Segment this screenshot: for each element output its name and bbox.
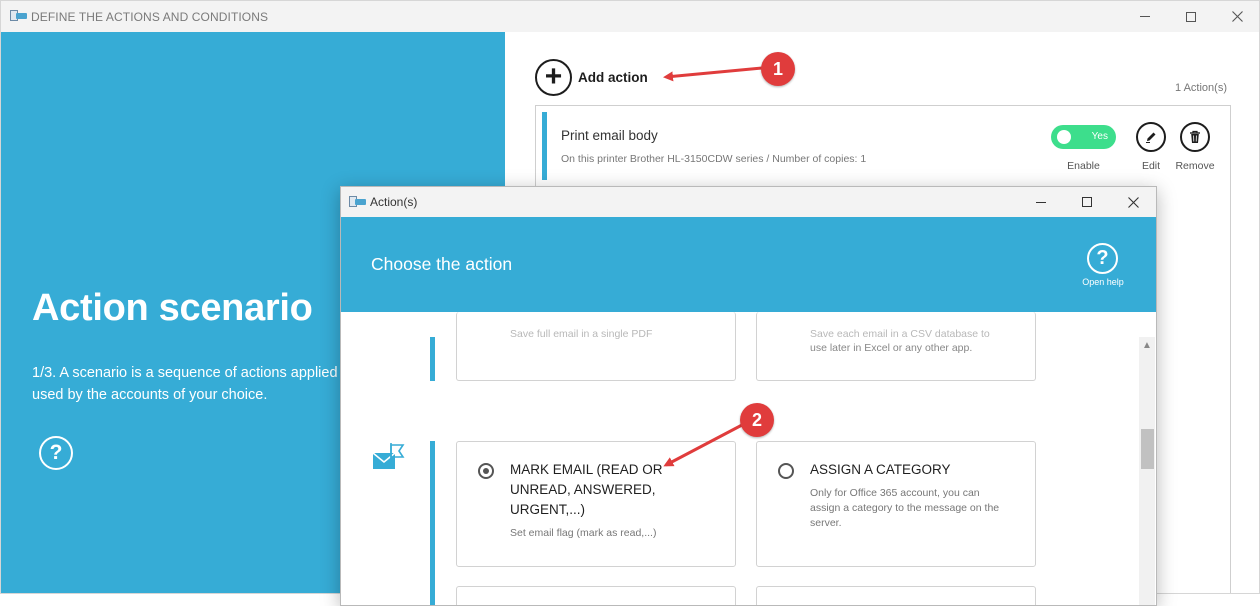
annotation-badge-2: 2: [740, 403, 774, 437]
annotation-arrow-2: [663, 423, 743, 467]
annotation-badge-1: 1: [761, 52, 795, 86]
annotation-arrow-1: [663, 66, 763, 82]
annotation-arrows: [663, 66, 763, 467]
